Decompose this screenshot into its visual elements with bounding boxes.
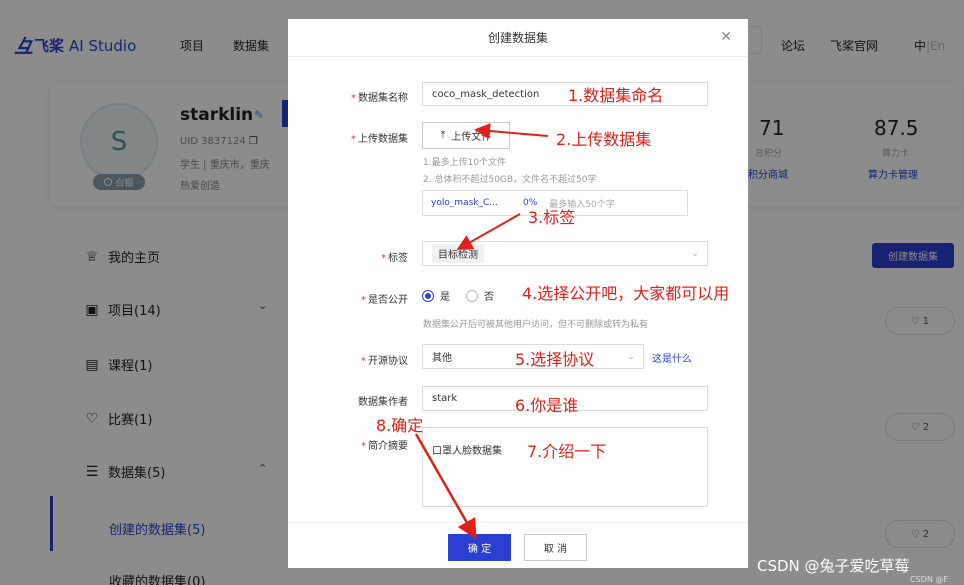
license-label: * 开源协议 [361, 356, 408, 367]
tag-select[interactable]: 目标检测 ⌄ [422, 241, 708, 266]
annotation-2: 2.上传数据集 [556, 130, 652, 149]
license-help-link[interactable]: 这是什么 [652, 350, 692, 365]
license-value: 其他 [432, 353, 452, 364]
chevron-down-icon: ⌄ [627, 351, 635, 362]
dataset-name-input[interactable]: coco_mask_detection [422, 82, 708, 106]
chevron-down-icon: ⌄ [691, 248, 699, 259]
annotation-6: 6.你是谁 [515, 396, 579, 415]
confirm-button[interactable]: 确 定 [448, 534, 511, 561]
author-label: 数据集作者 [358, 397, 408, 408]
watermark-small: CSDN @F [910, 575, 948, 584]
description-label: * 简介摘要 [361, 441, 408, 452]
public-hint: 数据集公开后可被其他用户访问，但不可删除或转为私有 [423, 320, 649, 330]
public-radio-group: 是 否 [422, 288, 494, 303]
tag-chip[interactable]: 目标检测 [432, 244, 484, 263]
cancel-button[interactable]: 取 消 [524, 534, 587, 561]
upload-label: * 上传数据集 [351, 134, 408, 145]
dialog-title: 创建数据集 [288, 19, 748, 57]
watermark: CSDN @兔子爱吃草莓 [757, 557, 910, 575]
upload-hint-1: 1.最多上传10个文件 [423, 158, 507, 168]
file-name: yolo_mask_C... [431, 198, 498, 208]
annotation-4: 4.选择公开吧，大家都可以用 [522, 284, 730, 303]
upload-file-button[interactable]: ⤒ 上传文件 [422, 122, 510, 149]
annotation-1: 1.数据集命名 [568, 86, 664, 105]
radio-no[interactable] [466, 289, 478, 302]
radio-yes[interactable] [422, 289, 434, 302]
annotation-8: 8.确定 [376, 416, 424, 435]
close-icon[interactable]: ✕ [720, 29, 732, 45]
annotation-3: 3.标签 [528, 208, 576, 227]
upload-hint-2: 2. 总体积不超过50GB，文件名不超过50字 [423, 175, 597, 185]
annotation-7: 7.介绍一下 [527, 442, 607, 461]
upload-icon: ⤒ [440, 130, 446, 141]
dialog-footer-divider [288, 522, 748, 523]
annotation-5: 5.选择协议 [515, 350, 595, 369]
public-label: * 是否公开 [361, 295, 408, 306]
tag-label: * 标签 [381, 253, 408, 264]
name-label: * 数据集名称 [351, 93, 408, 104]
